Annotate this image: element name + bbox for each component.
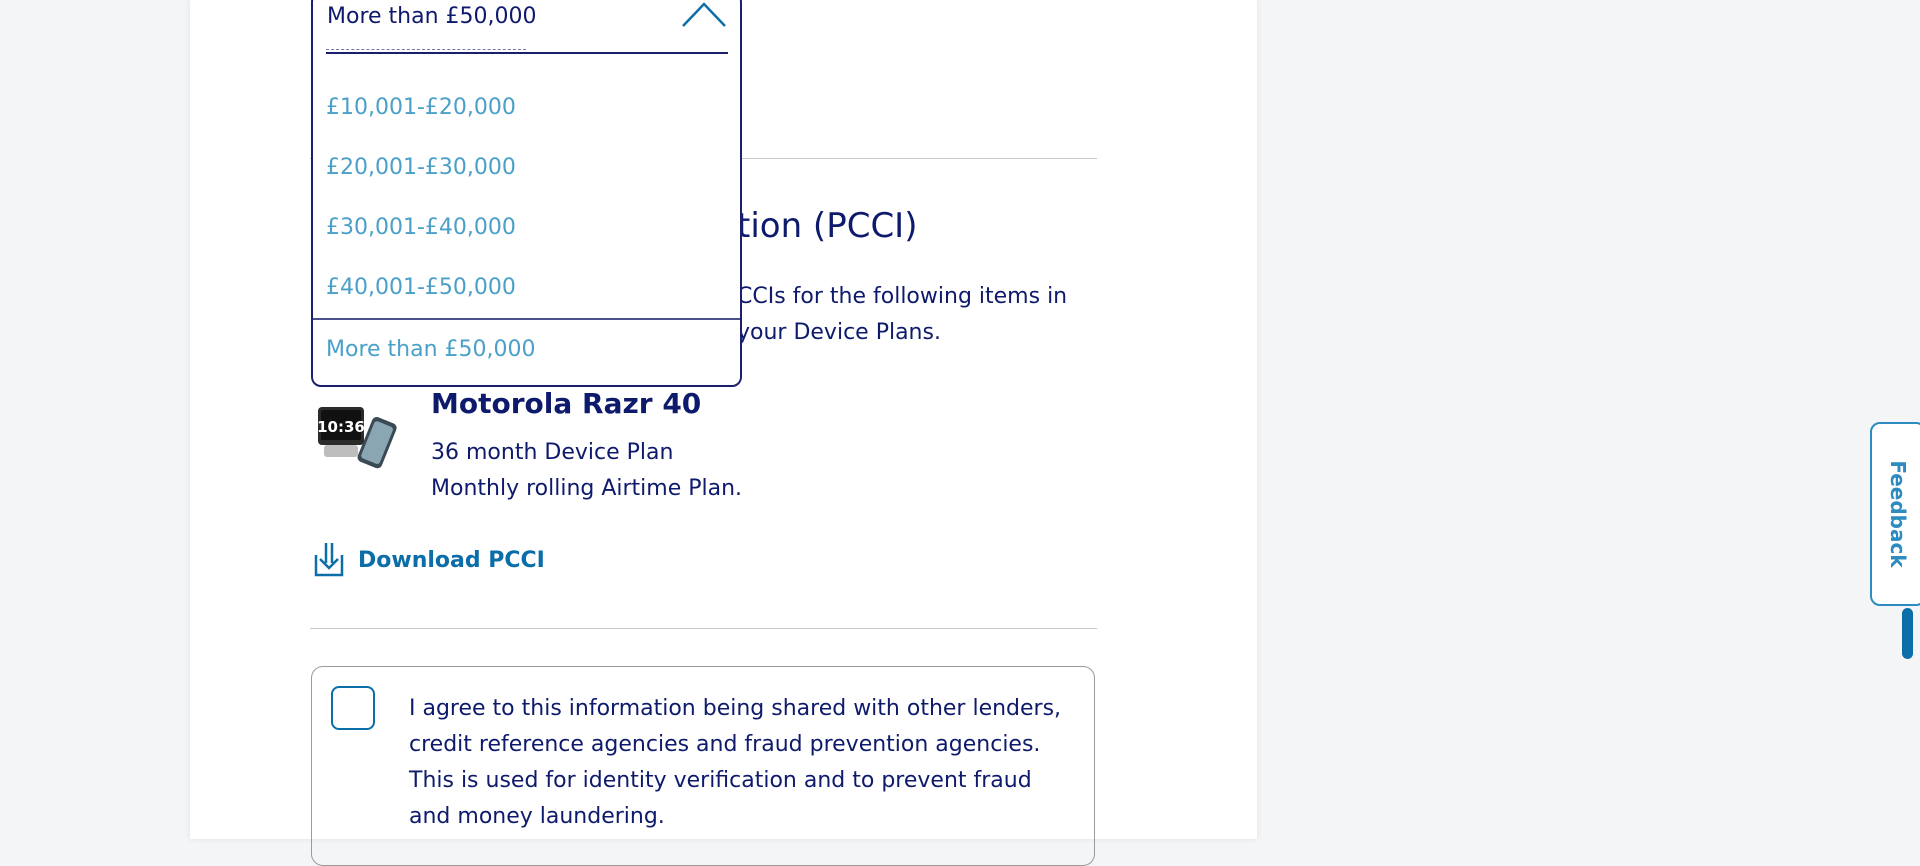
- consent-checkbox[interactable]: [331, 686, 375, 730]
- download-pcci-label: Download PCCI: [358, 547, 545, 573]
- feedback-label: Feedback: [1886, 460, 1910, 568]
- income-option[interactable]: £30,001-£40,000: [313, 198, 740, 258]
- scroll-indicator: [1902, 608, 1913, 659]
- income-option-selected[interactable]: More than £50,000: [313, 318, 740, 380]
- feedback-tab[interactable]: Feedback: [1870, 422, 1920, 606]
- income-option[interactable]: £40,001-£50,000: [313, 258, 740, 318]
- chevron-up-icon[interactable]: [681, 0, 727, 28]
- pcci-description-line1: CCIs for the following items in: [737, 284, 1068, 309]
- income-dropdown[interactable]: More than £50,000 £10,001-£20,000 £20,00…: [311, 0, 742, 387]
- pcci-description-line2: your Device Plans.: [737, 320, 941, 345]
- pcci-heading-text: tion (PCCI): [737, 206, 918, 246]
- phone-bundle-image: 10:36: [317, 407, 397, 469]
- download-icon: [314, 543, 344, 577]
- income-dropdown-underline: [326, 52, 728, 54]
- consent-text: I agree to this information being shared…: [409, 696, 1062, 829]
- section-divider-bottom: [310, 628, 1097, 629]
- device-plan-line1: 36 month Device Plan: [431, 440, 674, 465]
- device-plan-details: 36 month Device Plan Monthly rolling Air…: [431, 435, 742, 507]
- income-option[interactable]: £10,001-£20,000: [313, 78, 740, 138]
- download-pcci-link[interactable]: Download PCCI: [310, 540, 545, 580]
- consent-box: I agree to this information being shared…: [311, 666, 1095, 866]
- device-name: Motorola Razr 40: [431, 387, 702, 420]
- income-dropdown-selected-value: More than £50,000: [327, 4, 537, 29]
- svg-text:10:36: 10:36: [317, 418, 365, 436]
- income-option[interactable]: £20,001-£30,000: [313, 138, 740, 198]
- income-dropdown-list: £10,001-£20,000 £20,001-£30,000 £30,001-…: [313, 78, 740, 380]
- device-plan-line2: Monthly rolling Airtime Plan.: [431, 476, 743, 501]
